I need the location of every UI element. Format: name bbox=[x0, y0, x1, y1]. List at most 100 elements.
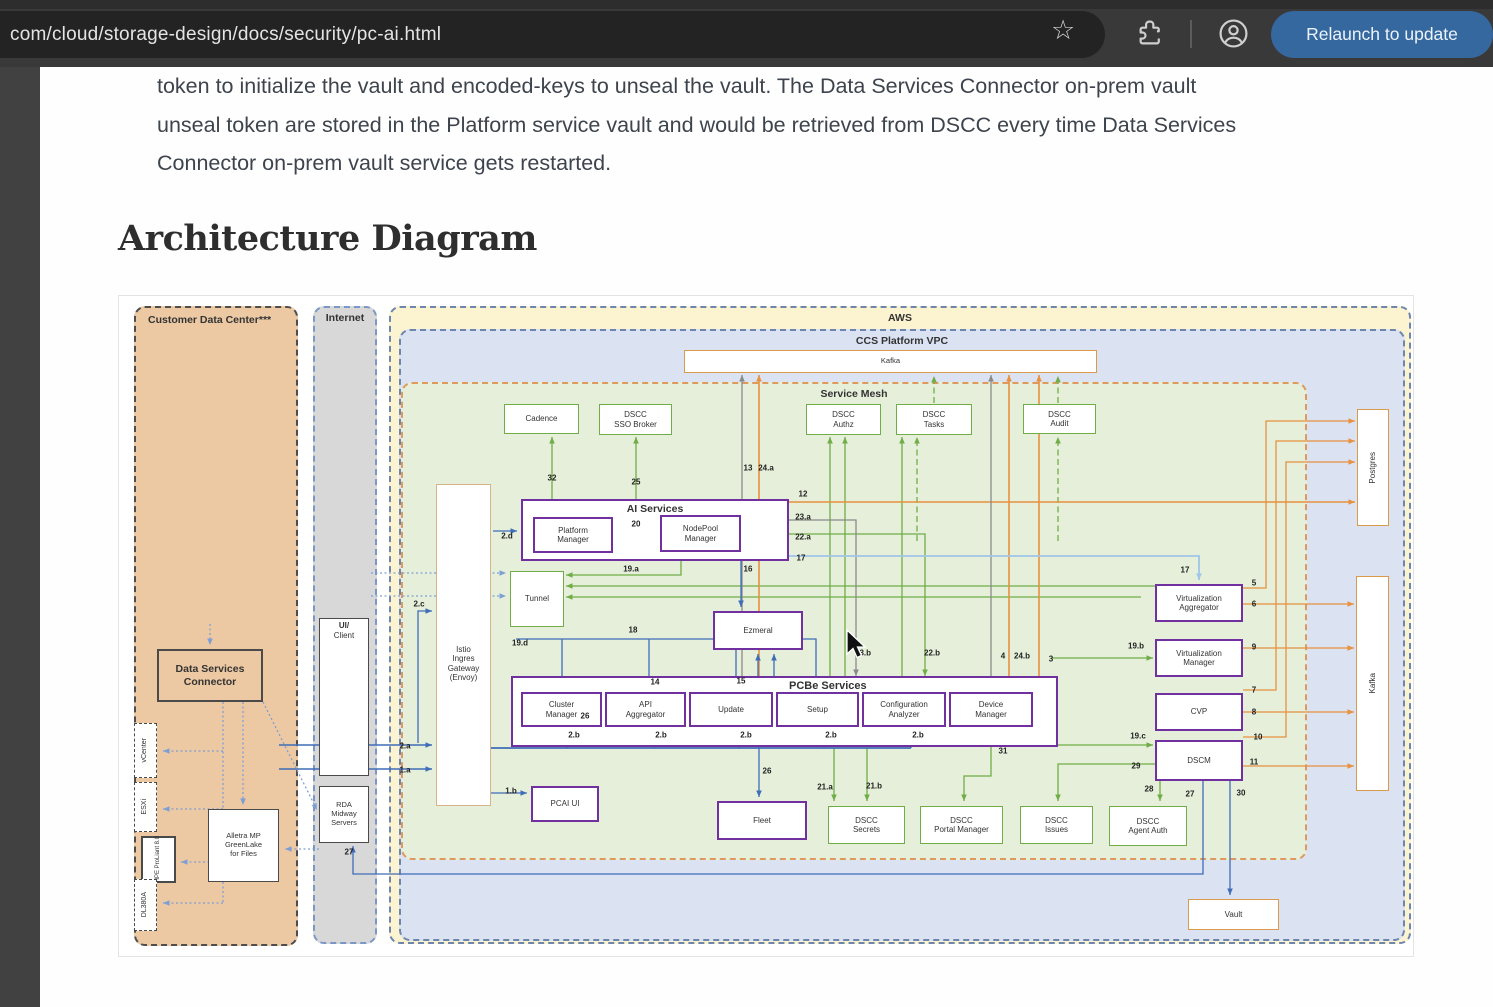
extensions-icon[interactable] bbox=[1134, 18, 1163, 47]
architecture-diagram: Customer Data Center***InternetAWSCCS Pl… bbox=[118, 295, 1414, 957]
relaunch-button[interactable]: Relaunch to update bbox=[1271, 11, 1493, 58]
edge-label: 29 bbox=[1132, 762, 1141, 771]
edge-label: 1.a bbox=[399, 766, 410, 775]
page-title: Architecture Diagram bbox=[118, 218, 537, 259]
edge-label: 18 bbox=[629, 626, 638, 635]
node-istio-ingress-gateway: IstioIngresGateway(Envoy) bbox=[436, 484, 491, 806]
edge-label: 1.b bbox=[505, 787, 517, 796]
node-hpe-proliant: HPE ProLiant 8.0 bbox=[141, 836, 176, 883]
node-alletra-mp-greenlake: Alletra MPGreenLakefor Files bbox=[208, 809, 279, 882]
edge-label: 32 bbox=[548, 474, 557, 483]
node-virtualization-aggregator: VirtualizationAggregator bbox=[1155, 584, 1243, 622]
node-dscc-audit: DSCCAudit bbox=[1023, 404, 1096, 434]
paragraph-line: Connector on-prem vault service gets res… bbox=[157, 144, 1452, 183]
edge-label: 19.c bbox=[1130, 732, 1146, 741]
edge-label: 14 bbox=[651, 678, 660, 687]
node-ezmeral: Ezmeral bbox=[713, 611, 803, 650]
edge-label: 7 bbox=[1252, 686, 1256, 695]
edge-label: 10 bbox=[1254, 733, 1263, 742]
edge-label: 23.a bbox=[795, 513, 811, 522]
edge-label: 3 bbox=[1049, 655, 1053, 664]
node-ui-client: UI/Client bbox=[319, 618, 369, 776]
edge-label: 2.a bbox=[399, 742, 410, 751]
node-device-manager: DeviceManager bbox=[949, 692, 1033, 727]
edge-label: 21.a bbox=[817, 783, 833, 792]
node-postgres: Postgres bbox=[1357, 409, 1389, 526]
edge-label: 19.a bbox=[623, 565, 639, 574]
edge-label: 12 bbox=[799, 490, 808, 499]
node-esxi: ESXi bbox=[134, 782, 157, 832]
edge-label: 21.b bbox=[866, 782, 882, 791]
edge-label: 9 bbox=[1252, 643, 1256, 652]
edge-label: 6 bbox=[1252, 600, 1256, 609]
edge-label: 17 bbox=[1181, 566, 1190, 575]
browser-toolbar: com/cloud/storage-design/docs/security/p… bbox=[0, 0, 1493, 67]
edge-label: 4 bbox=[1001, 652, 1005, 661]
node-dscm: DSCM bbox=[1155, 740, 1243, 781]
edge-label: 2.b bbox=[825, 731, 837, 740]
node-platform-manager: PlatformManager bbox=[533, 517, 613, 553]
edge-label: 2.c bbox=[413, 600, 424, 609]
edge-label: 2.b bbox=[740, 731, 752, 740]
edge-label: 24.b bbox=[1014, 652, 1030, 661]
node-rda-midway-servers: RDAMidwayServers bbox=[319, 786, 369, 843]
node-dscc-authz: DSCCAuthz bbox=[806, 404, 881, 435]
bookmark-star-icon[interactable]: ☆ bbox=[1051, 17, 1075, 44]
edge-label: 26 bbox=[763, 767, 772, 776]
profile-icon[interactable] bbox=[1218, 18, 1249, 49]
node-kafka-right: Kafka bbox=[1356, 576, 1389, 791]
edge-label: 24.a bbox=[758, 464, 774, 473]
node-cadence: Cadence bbox=[504, 404, 579, 434]
left-dark-panel bbox=[0, 67, 40, 1007]
edge-label: 26 bbox=[581, 712, 590, 721]
edge-label: 8 bbox=[1252, 708, 1256, 717]
browser-top-strip bbox=[0, 0, 1493, 9]
node-dscc-sso-broker: DSCCSSO Broker bbox=[599, 404, 672, 435]
edge-label: 27 bbox=[1186, 790, 1195, 799]
mouse-cursor bbox=[846, 629, 870, 661]
edge-label: 2.d bbox=[501, 532, 513, 541]
edge-label: 19.d bbox=[512, 639, 528, 648]
node-data-services-connector: Data ServicesConnector bbox=[157, 649, 263, 702]
edge-label: 31 bbox=[999, 747, 1008, 756]
edge-label: 5 bbox=[1252, 579, 1256, 588]
edge-label: 30 bbox=[1237, 789, 1246, 798]
edge-label: 2.b bbox=[655, 731, 667, 740]
node-api-aggregator: APIAggregator bbox=[605, 692, 686, 727]
node-dscc-tasks: DSCCTasks bbox=[896, 404, 972, 435]
edge-label: 28 bbox=[1145, 785, 1154, 794]
paragraph-line: unseal token are stored in the Platform … bbox=[157, 106, 1452, 145]
edge-label: 13 bbox=[744, 464, 753, 473]
edge-label: 2.b bbox=[912, 731, 924, 740]
node-dscc-agent-auth: DSCCAgent Auth bbox=[1109, 806, 1187, 846]
node-configuration-analyzer: ConfigurationAnalyzer bbox=[862, 692, 946, 727]
node-dscc-issues: DSCCIssues bbox=[1020, 806, 1093, 844]
address-bar[interactable]: com/cloud/storage-design/docs/security/p… bbox=[0, 11, 1105, 58]
node-vault: Vault bbox=[1188, 899, 1279, 930]
paragraph-line: token to initialize the vault and encode… bbox=[157, 67, 1452, 106]
url-text[interactable]: com/cloud/storage-design/docs/security/p… bbox=[0, 24, 441, 46]
edge-label: 11 bbox=[1250, 758, 1258, 767]
node-dscc-secrets: DSCCSecrets bbox=[828, 806, 905, 844]
node-kafka-top: Kafka bbox=[684, 350, 1097, 373]
node-fleet: Fleet bbox=[717, 801, 807, 840]
edge-label: 19.b bbox=[1128, 642, 1144, 651]
node-vcenter: vCenter bbox=[134, 723, 157, 778]
edge-label: 20 bbox=[632, 520, 641, 529]
edge-label: 27 bbox=[345, 848, 354, 857]
node-virtualization-manager: VirtualizationManager bbox=[1155, 639, 1243, 677]
node-nodepool-manager: NodePoolManager bbox=[660, 515, 741, 552]
node-setup: Setup bbox=[776, 692, 859, 727]
node-dl380a: DL380A bbox=[134, 879, 157, 931]
node-update: Update bbox=[689, 692, 773, 727]
page-content: token to initialize the vault and encode… bbox=[40, 67, 1493, 1007]
edge-label: 2.b bbox=[568, 731, 580, 740]
edge-label: 17 bbox=[797, 554, 806, 563]
edge-label: 22.b bbox=[924, 649, 940, 658]
toolbar-divider bbox=[1190, 20, 1192, 48]
node-pcai-ui: PCAI UI bbox=[531, 786, 599, 822]
node-cluster-manager: ClusterManager bbox=[521, 692, 602, 727]
node-cvp: CVP bbox=[1155, 693, 1243, 731]
edge-label: 15 bbox=[737, 677, 746, 686]
node-dscc-portal-manager: DSCCPortal Manager bbox=[920, 806, 1003, 844]
